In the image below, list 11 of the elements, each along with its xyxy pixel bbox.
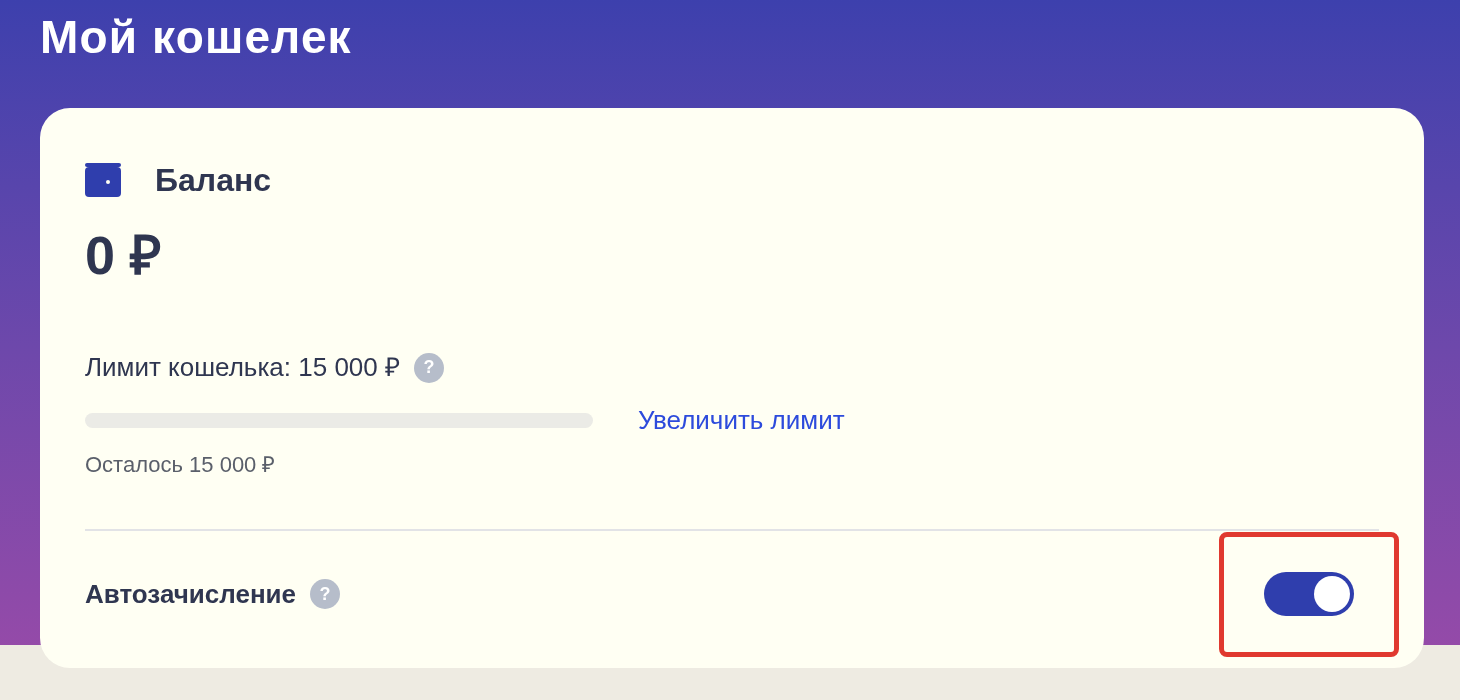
toggle-switch[interactable]	[1264, 572, 1354, 616]
remaining-text: Осталось 15 000 ₽	[85, 451, 277, 479]
page-title: Мой кошелек	[40, 10, 353, 65]
card-title: Баланс	[155, 161, 272, 200]
balance-amount: 0 ₽	[85, 228, 163, 282]
auto-top-up-label: Автозачисление	[85, 577, 297, 611]
help-icon[interactable]: ?	[414, 352, 444, 383]
help-icon[interactable]: ?	[310, 579, 341, 609]
wallet-icon	[85, 163, 121, 197]
limit-label: Лимит кошелька: 15 000 ₽	[85, 351, 400, 384]
increase-limit-link[interactable]: Увеличить лимит	[638, 401, 845, 440]
